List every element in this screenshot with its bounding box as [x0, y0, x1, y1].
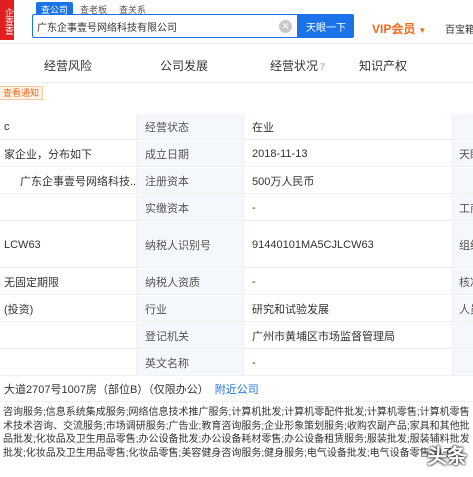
- edge-label: 天眼: [452, 141, 473, 166]
- related-company-link[interactable]: 广东企事壹号网络科技...: [0, 168, 136, 193]
- section-nav: 经营风险 公司发展 经营状况 7 知识产权: [0, 45, 473, 83]
- address-text: 大道2707号1007房（部位B）（仅限办公）: [4, 383, 209, 396]
- edge-label: [452, 350, 473, 375]
- edge-label: [452, 168, 473, 193]
- left-cell: 家企业，分布如下: [4, 148, 92, 161]
- nearby-companies-link[interactable]: 附近公司: [215, 381, 259, 397]
- watermark: 头条: [427, 446, 467, 468]
- nav-label: 知识产权: [359, 59, 408, 73]
- vip-label: VIP会员: [372, 22, 416, 36]
- field-value: 研究和试验发展: [252, 303, 329, 316]
- left-cell: c: [4, 120, 10, 133]
- field-label: 纳税人识别号: [136, 222, 244, 267]
- table-row: 广东企事壹号网络科技... 注册资本 500万人民币: [0, 168, 473, 194]
- field-label: 成立日期: [136, 141, 244, 166]
- search-button[interactable]: 天眼一下: [298, 14, 354, 38]
- field-label: 注册资本: [136, 168, 244, 193]
- field-label: 英文名称: [136, 350, 244, 375]
- table-row: 无固定期限 纳税人资质 - 核准: [0, 269, 473, 295]
- notice-tag[interactable]: 查看通知: [0, 86, 44, 100]
- field-value: 在业: [252, 121, 274, 134]
- nav-label: 公司发展: [160, 59, 209, 73]
- scope-line: 品批发;化妆品及卫生用品零售;办公设备批发;办公设备耗材零售;办公设备租赁服务;…: [3, 434, 470, 446]
- field-label: 登记机关: [136, 323, 244, 348]
- search-box: ✕: [32, 14, 298, 38]
- nav-item-company-development[interactable]: 公司发展: [160, 57, 208, 74]
- scope-line: 咨询服务;信息系统集成服务;网络信息技术推广服务;计算机批发;计算机零配件批发;…: [3, 407, 470, 418]
- nav-label: 经营风险: [44, 59, 93, 73]
- left-cell: 无固定期限: [4, 276, 59, 289]
- table-row: 家企业，分布如下 成立日期 2018-11-13 天眼: [0, 141, 473, 167]
- nav-count-badge: 7: [320, 62, 326, 72]
- field-label: 经营状态: [136, 114, 244, 139]
- nav-item-intellectual-property[interactable]: 知识产权: [359, 57, 407, 74]
- table-row: 登记机关 广州市黄埔区市场监督管理局: [0, 323, 473, 349]
- edge-label: 核准: [452, 269, 473, 294]
- field-value: -: [252, 201, 256, 214]
- registered-address-row: 大道2707号1007房（部位B）（仅限办公） 附近公司: [0, 376, 473, 402]
- nav-item-business-risk[interactable]: 经营风险: [44, 57, 92, 74]
- chevron-down-icon: ▼: [418, 26, 427, 35]
- edge-label: 组织: [452, 222, 473, 267]
- clear-icon[interactable]: ✕: [279, 20, 292, 33]
- table-row: (投资) 行业 研究和试验发展 人员: [0, 296, 473, 322]
- field-value: 500万人民币: [252, 175, 315, 188]
- field-value: 91440101MA5CJLCW63: [252, 238, 374, 251]
- field-value: -: [252, 275, 256, 288]
- scope-line: 批发;化妆品及卫生用品零售;化妆品零售;美容健身咨询服务;健身服务;电气设备批发…: [3, 447, 453, 459]
- nav-label: 经营状况: [270, 59, 319, 73]
- field-label: 行业: [136, 296, 244, 321]
- left-cell: [0, 350, 136, 375]
- table-row: 英文名称 -: [0, 350, 473, 376]
- edge-label: 人员: [452, 296, 473, 321]
- edge-label: [452, 114, 473, 139]
- field-label: 实缴资本: [136, 195, 244, 220]
- edge-label: 工商: [452, 195, 473, 220]
- table-row: 实缴资本 - 工商: [0, 195, 473, 221]
- left-cell: (投资): [4, 303, 34, 316]
- table-row: c 经营状态 在业: [0, 114, 473, 140]
- brand-logo[interactable]: 企查查: [0, 0, 14, 40]
- toolbox-link[interactable]: 百宝箱: [445, 21, 473, 36]
- left-cell: LCW63: [4, 238, 41, 251]
- left-cell: [0, 323, 136, 348]
- scope-line: 术技术咨询、交流服务;市场调研服务;广告业;教育咨询服务;企业形象策划服务;收购…: [3, 420, 470, 432]
- vip-menu[interactable]: VIP会员 ▼: [372, 20, 426, 37]
- nav-item-business-status[interactable]: 经营状况 7: [270, 57, 325, 74]
- business-scope: 咨询服务;信息系统集成服务;网络信息技术推广服务;计算机批发;计算机零配件批发;…: [0, 406, 473, 477]
- field-label: 纳税人资质: [136, 269, 244, 294]
- field-value: -: [252, 356, 256, 369]
- field-value: 2018-11-13: [252, 147, 308, 160]
- left-cell: [0, 195, 136, 220]
- field-value: 广州市黄埔区市场监督管理局: [252, 330, 395, 343]
- table-row: LCW63 纳税人识别号 91440101MA5CJLCW63 组织: [0, 222, 473, 268]
- top-header: 企查查 查公司 查老板 查关系 ✕ 天眼一下 VIP会员▼ 百宝箱: [0, 0, 473, 44]
- search-input[interactable]: [37, 18, 281, 35]
- edge-label: [452, 323, 473, 348]
